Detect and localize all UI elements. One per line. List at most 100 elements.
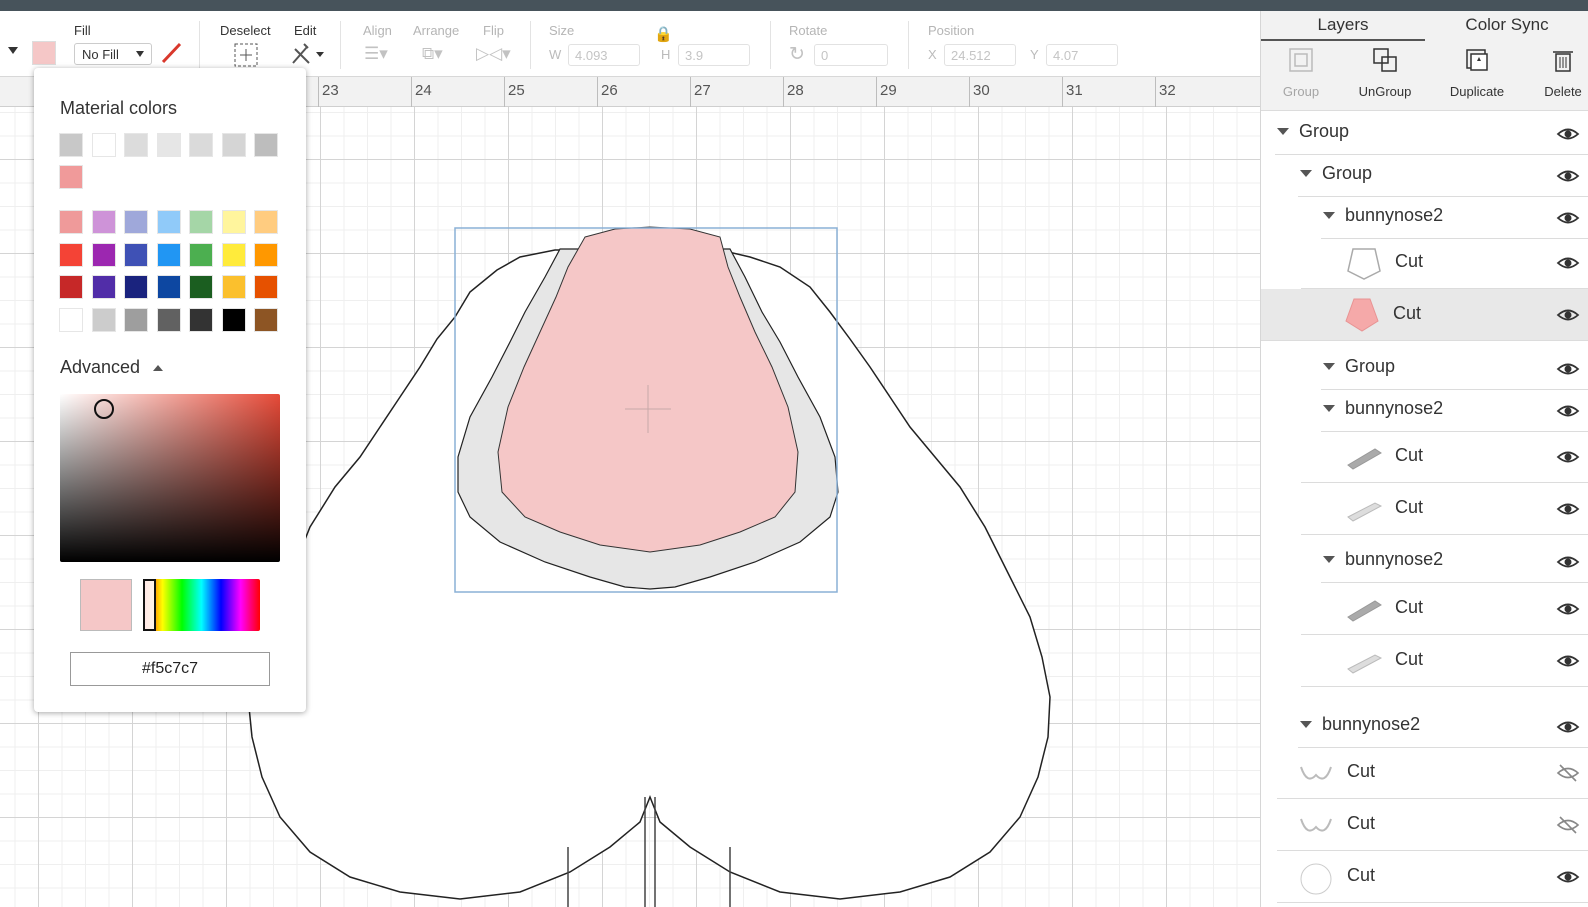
width-field[interactable]: 4.093	[568, 44, 640, 66]
hue-slider-handle[interactable]	[143, 579, 156, 631]
delete-button[interactable]: Delete	[1517, 41, 1588, 111]
eye-icon[interactable]	[1556, 253, 1580, 273]
color-swatch[interactable]	[221, 307, 246, 332]
color-swatch[interactable]	[59, 133, 83, 157]
color-swatch[interactable]	[59, 165, 83, 189]
color-swatch[interactable]	[189, 275, 213, 299]
color-swatch[interactable]	[91, 210, 116, 234]
expand-caret-icon[interactable]	[1277, 128, 1289, 135]
layer-group-row[interactable]: bunnynose2	[1298, 706, 1588, 748]
color-swatch[interactable]	[189, 133, 213, 157]
layer-group-row[interactable]: bunnynose2	[1321, 390, 1588, 432]
color-swatch[interactable]	[189, 307, 213, 332]
eye-icon[interactable]	[1556, 124, 1580, 144]
layer-cut-row[interactable]: Cut	[1301, 635, 1588, 687]
color-swatch[interactable]	[124, 210, 148, 234]
color-swatch[interactable]	[254, 242, 278, 267]
layer-group-row[interactable]: Group	[1298, 155, 1588, 197]
color-swatch[interactable]	[221, 133, 246, 157]
color-swatch[interactable]	[124, 275, 148, 299]
color-swatch[interactable]	[221, 242, 246, 267]
group-button[interactable]: Group	[1255, 41, 1347, 111]
align-icon[interactable]: ☰▾	[364, 44, 388, 64]
expand-caret-icon[interactable]	[1323, 363, 1335, 370]
deselect-icon[interactable]	[233, 42, 259, 68]
color-swatch[interactable]	[221, 210, 246, 234]
saturation-value-field[interactable]	[60, 394, 280, 562]
color-swatch[interactable]	[59, 242, 83, 267]
layer-cut-row[interactable]: Cut	[1301, 583, 1588, 635]
tab-layers[interactable]: Layers	[1261, 11, 1425, 41]
eye-icon[interactable]	[1556, 499, 1580, 519]
height-field[interactable]: 3.9	[678, 44, 750, 66]
hex-color-input[interactable]: #f5c7c7	[70, 652, 270, 686]
advanced-toggle[interactable]: Advanced	[60, 357, 164, 378]
layer-cut-row[interactable]: Cut	[1301, 483, 1588, 535]
rotate-field[interactable]: 0	[814, 44, 888, 66]
color-swatch[interactable]	[59, 275, 83, 299]
ungroup-button[interactable]: UnGroup	[1339, 41, 1431, 111]
expand-caret-icon[interactable]	[1323, 556, 1335, 563]
expand-caret-icon[interactable]	[1300, 170, 1312, 177]
layer-cut-row[interactable]: Cut	[1301, 237, 1588, 289]
color-swatch[interactable]	[156, 275, 181, 299]
linetype-dropdown-arrow[interactable]	[8, 47, 18, 54]
lock-icon[interactable]: 🔒	[654, 25, 673, 43]
expand-caret-icon[interactable]	[1323, 405, 1335, 412]
color-swatch[interactable]	[59, 210, 83, 234]
color-swatch[interactable]	[189, 242, 213, 267]
color-swatch[interactable]	[221, 275, 246, 299]
fill-select[interactable]: No Fill	[74, 43, 152, 65]
color-swatch[interactable]	[254, 275, 278, 299]
eye-off-icon[interactable]	[1556, 763, 1580, 783]
color-swatch[interactable]	[124, 242, 148, 267]
layer-group-row[interactable]: bunnynose2	[1321, 541, 1588, 583]
eye-icon[interactable]	[1556, 401, 1580, 421]
color-swatch[interactable]	[124, 133, 148, 157]
layer-group-row[interactable]: bunnynose2	[1321, 197, 1588, 239]
eye-icon[interactable]	[1556, 552, 1580, 572]
flip-icon[interactable]: ▷◁▾	[476, 44, 511, 64]
color-swatch[interactable]	[91, 242, 116, 267]
eye-icon[interactable]	[1556, 166, 1580, 186]
expand-caret-icon[interactable]	[1323, 212, 1335, 219]
x-position-field[interactable]: 24.512	[944, 44, 1016, 66]
eye-icon[interactable]	[1556, 359, 1580, 379]
color-swatch[interactable]	[91, 133, 116, 157]
eye-off-icon[interactable]	[1556, 815, 1580, 835]
y-position-field[interactable]: 4.07	[1046, 44, 1118, 66]
color-swatch[interactable]	[91, 275, 116, 299]
fill-color-swatch[interactable]	[32, 41, 56, 65]
layer-cut-row[interactable]: Cut	[1301, 431, 1588, 483]
edit-tools-icon[interactable]	[290, 41, 326, 67]
tab-color-sync[interactable]: Color Sync	[1425, 11, 1588, 41]
layer-group-row[interactable]: Group	[1321, 348, 1588, 390]
eye-icon[interactable]	[1556, 651, 1580, 671]
color-swatch[interactable]	[189, 210, 213, 234]
color-swatch[interactable]	[124, 307, 148, 332]
layer-cut-row[interactable]: Cut	[1277, 851, 1588, 903]
eye-icon[interactable]	[1556, 447, 1580, 467]
color-swatch[interactable]	[156, 133, 181, 157]
layer-cut-row[interactable]: Cut	[1261, 289, 1588, 341]
color-swatch[interactable]	[59, 307, 83, 332]
eye-icon[interactable]	[1556, 867, 1580, 887]
layer-group-row[interactable]: Group	[1275, 113, 1588, 155]
color-swatch[interactable]	[156, 307, 181, 332]
expand-caret-icon[interactable]	[1300, 721, 1312, 728]
layer-cut-row[interactable]: Cut	[1277, 799, 1588, 851]
color-picker-handle[interactable]	[94, 399, 114, 419]
color-swatch[interactable]	[156, 210, 181, 234]
layer-cut-row[interactable]: Cut	[1277, 747, 1588, 799]
pen-color-icon[interactable]	[160, 41, 184, 65]
eye-icon[interactable]	[1556, 305, 1580, 325]
color-swatch[interactable]	[91, 307, 116, 332]
color-swatch[interactable]	[254, 133, 278, 157]
color-swatch[interactable]	[254, 307, 278, 332]
duplicate-button[interactable]: Duplicate	[1431, 41, 1523, 111]
arrange-icon[interactable]: ⧉▾	[422, 44, 443, 64]
color-swatch[interactable]	[254, 210, 278, 234]
color-swatch[interactable]	[156, 242, 181, 267]
eye-icon[interactable]	[1556, 599, 1580, 619]
eye-icon[interactable]	[1556, 717, 1580, 737]
